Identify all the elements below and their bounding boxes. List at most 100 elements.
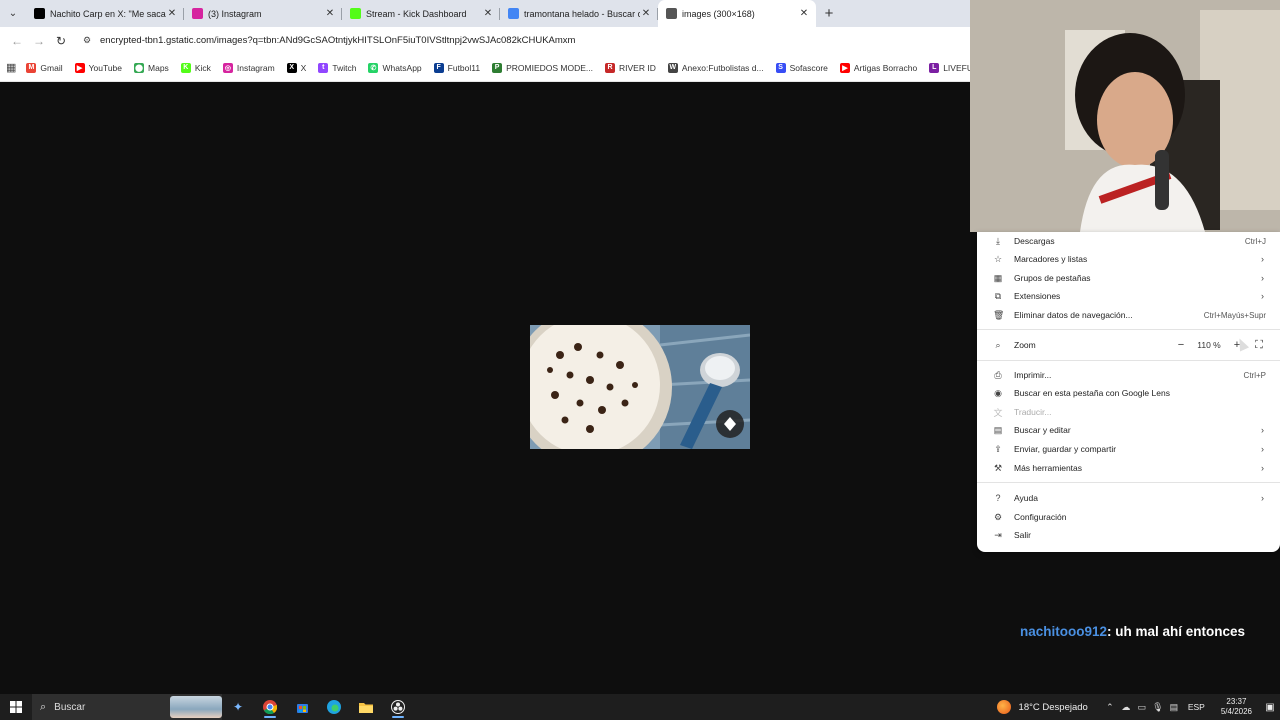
close-tab-icon[interactable]: ✕ bbox=[324, 8, 336, 19]
menu-item[interactable]: ▤ Buscar y editar › bbox=[977, 421, 1280, 439]
new-tab-button[interactable]: + bbox=[816, 0, 842, 27]
menu-item[interactable]: ⚙ Configuración bbox=[977, 508, 1280, 526]
file-explorer-icon[interactable] bbox=[350, 694, 382, 720]
browser-tab[interactable]: Nachito Carp en X: "Me saca de ✕ bbox=[26, 0, 184, 27]
weather-widget[interactable]: 18°C Despejado bbox=[996, 700, 1088, 714]
bookmark-favicon-icon: L bbox=[929, 62, 940, 73]
menu-item-label: Descargas bbox=[1014, 236, 1055, 246]
display-icon[interactable]: ▭ bbox=[1134, 702, 1150, 713]
exit-icon: ⇥ bbox=[994, 529, 1002, 540]
weather-sun-icon bbox=[996, 700, 1011, 714]
menu-item[interactable]: ▦ Grupos de pestañas › bbox=[977, 269, 1280, 287]
star-icon: ☆ bbox=[993, 253, 1003, 264]
help-icon: ? bbox=[995, 493, 1001, 503]
menu-item-shortcut: Ctrl+P bbox=[1243, 370, 1266, 380]
bookmark-label: WhatsApp bbox=[382, 62, 422, 73]
translate-icon: 文 bbox=[993, 407, 1003, 418]
menu-item-label: Eliminar datos de navegación... bbox=[1014, 310, 1133, 320]
bookmark-item[interactable]: ▶ YouTube bbox=[74, 62, 122, 73]
bookmarks-bar: ▦ M Gmail ▶ YouTube ⬤ Maps K Kick ◎ Instagram X X t T… bbox=[0, 54, 970, 82]
close-tab-icon[interactable]: ✕ bbox=[166, 8, 178, 19]
bookmark-item[interactable]: ◎ Instagram bbox=[222, 62, 275, 73]
ice-cream-image bbox=[530, 325, 750, 449]
fullscreen-icon[interactable]: ⛶ bbox=[1248, 339, 1270, 352]
magnifier-icon: ⌕ bbox=[995, 339, 1001, 350]
menu-item[interactable]: ? Ayuda › bbox=[977, 489, 1280, 507]
bookmark-item[interactable]: t Twitch bbox=[318, 62, 356, 73]
browser-tab[interactable]: (3) Instagram ✕ bbox=[184, 0, 342, 27]
menu-item-label: Salir bbox=[1014, 530, 1032, 540]
trash-icon: 🗑 bbox=[993, 309, 1005, 320]
microphone-icon[interactable]: 🎙 bbox=[1150, 702, 1166, 713]
apps-grid-icon[interactable]: ▦ bbox=[6, 61, 16, 74]
forward-button[interactable]: → bbox=[28, 34, 50, 48]
tab-groups-icon: ▦ bbox=[993, 272, 1003, 283]
menu-item[interactable]: ⇪ Enviar, guardar y compartir › bbox=[977, 440, 1280, 458]
menu-item[interactable]: ⤓ Descargas Ctrl+J bbox=[977, 232, 1280, 250]
bookmark-item[interactable]: R RIVER ID bbox=[605, 62, 656, 73]
taskbar-search-placeholder: Buscar bbox=[54, 701, 86, 713]
notification-icon[interactable]: ▣ bbox=[1260, 702, 1280, 713]
close-tab-icon[interactable]: ✕ bbox=[798, 8, 810, 19]
bookmark-item[interactable]: F Futbol11 bbox=[433, 62, 480, 73]
menu-item[interactable]: ⇥ Salir bbox=[977, 526, 1280, 544]
bookmark-item[interactable]: LLIVEFUTBOL bbox=[929, 62, 970, 73]
browser-tab[interactable]: images (300×168) ✕ bbox=[658, 0, 816, 27]
back-button[interactable]: ← bbox=[6, 34, 28, 48]
menu-item-label: Imprimir... bbox=[1014, 370, 1052, 380]
menu-item-label: Extensiones bbox=[1014, 291, 1061, 301]
menu-item[interactable]: ⚒ Más herramientas › bbox=[977, 459, 1280, 477]
tab-title: Stream - Kick Dashboard bbox=[366, 8, 467, 19]
start-button[interactable] bbox=[0, 694, 32, 720]
edge-icon[interactable] bbox=[318, 694, 350, 720]
bookmark-favicon-icon: t bbox=[318, 62, 329, 73]
menu-item-label: Ayuda bbox=[1014, 493, 1038, 503]
bookmark-item[interactable]: ⬤ Maps bbox=[134, 62, 169, 73]
menu-item[interactable]: 🗑 Eliminar datos de navegación... Ctrl+May… bbox=[977, 306, 1280, 324]
gear-icon: ⚙ bbox=[993, 511, 1003, 522]
bookmark-item[interactable]: W Anexo:Futbolistas d... bbox=[667, 62, 764, 73]
bookmark-item[interactable]: S Sofascore bbox=[775, 62, 828, 73]
bookmark-item[interactable]: XX bbox=[286, 62, 306, 73]
tab-search-button[interactable]: ⌄ bbox=[0, 0, 26, 27]
menu-item[interactable]: ☆ Marcadores y listas › bbox=[977, 250, 1280, 268]
clock[interactable]: 23:37 5/4/2026 bbox=[1221, 697, 1252, 717]
close-tab-icon[interactable]: ✕ bbox=[640, 8, 652, 19]
browser-tab[interactable]: Stream - Kick Dashboard ✕ bbox=[342, 0, 500, 27]
kick-logo-icon bbox=[350, 8, 361, 19]
menu-item[interactable]: ⎙ Imprimir... Ctrl+P bbox=[977, 366, 1280, 384]
bookmark-item[interactable]: M Gmail bbox=[26, 62, 63, 73]
bookmark-item[interactable]: ▶ Artigas Borracho bbox=[839, 62, 918, 73]
bookmark-label: RIVER ID bbox=[619, 62, 656, 73]
bookmark-item[interactable]: P PROMIEDOS MODE... bbox=[492, 62, 593, 73]
bookmark-favicon-icon: X bbox=[286, 62, 297, 73]
obs-icon[interactable] bbox=[382, 694, 414, 720]
language-indicator[interactable]: ESP bbox=[1188, 702, 1205, 712]
menu-item[interactable]: ◉ Buscar en esta pestaña con Google Lens bbox=[977, 384, 1280, 402]
puzzle-icon: ⧉ bbox=[994, 290, 1002, 301]
menu-item[interactable]: ⧉ Extensiones › bbox=[977, 287, 1280, 305]
address-bar[interactable]: encrypted-tbn1.gstatic.com/images?q=tbn:… bbox=[100, 35, 575, 46]
bookmark-favicon-icon: ▶ bbox=[74, 62, 85, 73]
bookmark-item[interactable]: K Kick bbox=[180, 62, 211, 73]
chrome-icon[interactable] bbox=[254, 694, 286, 720]
menu-item-zoom: ⌕ Zoom − 110 % + ⛶ bbox=[977, 336, 1280, 354]
copilot-icon[interactable]: ✦ bbox=[222, 694, 254, 720]
close-tab-icon[interactable]: ✕ bbox=[482, 8, 494, 19]
store-icon[interactable] bbox=[286, 694, 318, 720]
reload-button[interactable]: ↻ bbox=[50, 34, 72, 48]
webcam-overlay bbox=[970, 0, 1280, 232]
onedrive-icon[interactable]: ☁ bbox=[1118, 702, 1134, 713]
site-info-icon[interactable]: ⚙ bbox=[82, 35, 92, 46]
zoom-out-button[interactable]: − bbox=[1170, 339, 1192, 351]
taskbar-search[interactable]: ⌕ Buscar bbox=[32, 694, 222, 720]
network-icon[interactable]: ▤ bbox=[1166, 702, 1182, 713]
browser-tab[interactable]: tramontana helado - Buscar con ✕ bbox=[500, 0, 658, 27]
bookmark-favicon-icon: M bbox=[26, 62, 37, 73]
browser-chrome: ⌄ Nachito Carp en X: "Me saca de ✕ (3) Ins… bbox=[0, 0, 970, 82]
bookmark-label: Artigas Borracho bbox=[853, 62, 918, 73]
bookmark-item[interactable]: ✆ WhatsApp bbox=[368, 62, 422, 73]
tab-title: images (300×168) bbox=[682, 8, 755, 19]
chevron-up-icon[interactable]: ⌃ bbox=[1102, 702, 1118, 713]
menu-item-label: Buscar y editar bbox=[1014, 425, 1071, 435]
